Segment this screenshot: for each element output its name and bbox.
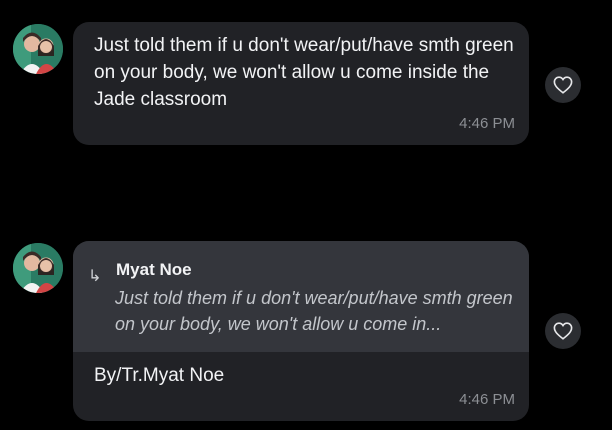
message-text: By/Tr.Myat Noe xyxy=(94,365,225,386)
profile-photo-icon xyxy=(13,243,63,293)
message-bubble[interactable]: Just told them if u don't wear/put/have … xyxy=(73,22,529,145)
heart-icon xyxy=(553,76,573,94)
reply-arrow-icon: ↳ xyxy=(88,268,102,285)
sender-avatar[interactable] xyxy=(13,24,63,74)
heart-icon xyxy=(553,322,573,340)
react-button[interactable] xyxy=(545,313,581,349)
message-bubble[interactable]: ↳ Myat Noe Just told them if u don't wea… xyxy=(73,241,529,421)
message-timestamp: 4:46 PM xyxy=(459,391,515,408)
message-text: Just told them if u don't wear/put/have … xyxy=(94,35,514,110)
reply-preview[interactable]: ↳ Myat Noe Just told them if u don't wea… xyxy=(73,241,529,352)
reply-author: Myat Noe xyxy=(116,260,192,279)
message-timestamp: 4:46 PM xyxy=(459,115,515,132)
profile-photo-icon xyxy=(13,24,63,74)
reply-quote-text: Just told them if u don't wear/put/have … xyxy=(115,288,513,334)
sender-avatar[interactable] xyxy=(13,243,63,293)
react-button[interactable] xyxy=(545,67,581,103)
